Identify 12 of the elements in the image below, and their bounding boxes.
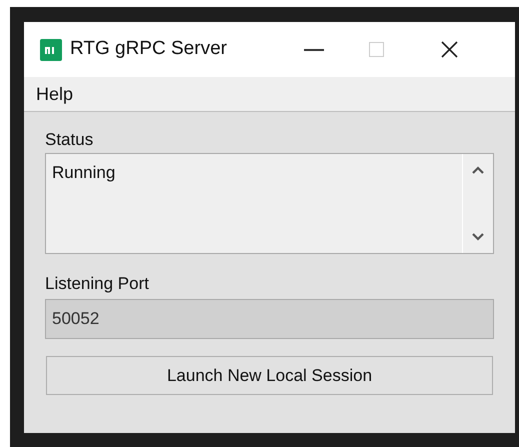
window-title: RTG gRPC Server	[70, 37, 228, 62]
app-logo-icon	[40, 38, 62, 60]
status-text: Running	[51, 162, 116, 184]
port-label: Listening Port	[45, 273, 150, 295]
scroll-down-icon[interactable]	[472, 233, 484, 241]
status-text-area[interactable]: Running	[45, 153, 494, 254]
close-icon[interactable]	[441, 41, 458, 58]
status-label: Status	[45, 129, 94, 151]
launch-button[interactable]: Launch New Local Session	[46, 356, 493, 395]
menu-item[interactable]: Help	[36, 80, 74, 108]
minimize-icon[interactable]	[304, 48, 324, 50]
scroll-up-icon[interactable]	[472, 166, 484, 174]
